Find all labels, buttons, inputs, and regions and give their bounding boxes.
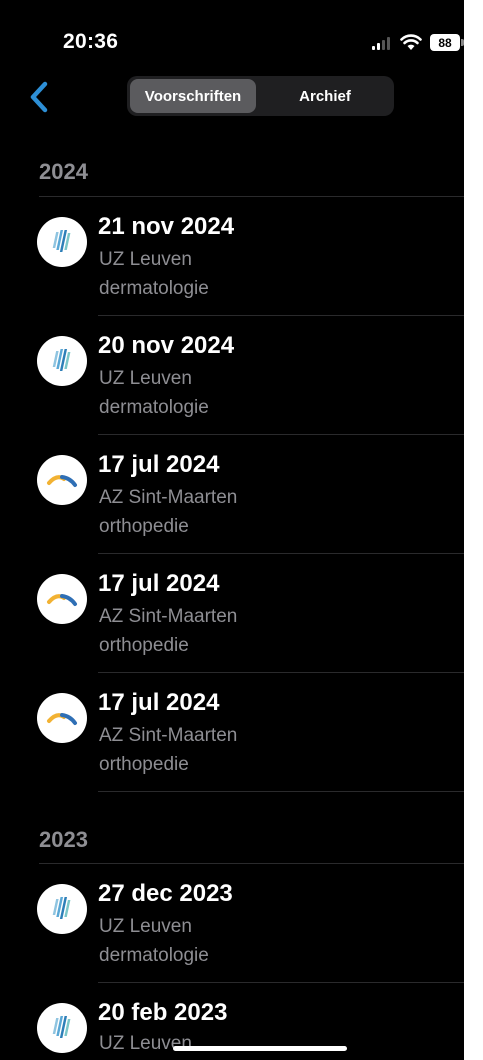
prescription-date: 27 dec 2023 xyxy=(98,880,233,907)
list-item[interactable]: 17 jul 2024 AZ Sint-Maarten orthopedie xyxy=(0,435,464,554)
list-item[interactable]: 17 jul 2024 AZ Sint-Maarten orthopedie xyxy=(0,673,464,792)
chevron-left-icon[interactable] xyxy=(26,80,54,114)
section-header-year: 2024 xyxy=(39,159,88,184)
status-bar: 20:36 88 xyxy=(0,0,464,80)
home-indicator[interactable] xyxy=(173,1046,347,1051)
hospital-name: UZ Leuven xyxy=(99,368,192,389)
hospital-name: UZ Leuven xyxy=(99,916,192,937)
department-name: orthopedie xyxy=(99,754,189,775)
hospital-name: UZ Leuven xyxy=(99,1033,192,1054)
prescription-date: 17 jul 2024 xyxy=(98,689,220,716)
list-item[interactable]: 27 dec 2023 UZ Leuven dermatologie xyxy=(0,864,464,983)
department-name: orthopedie xyxy=(99,516,189,537)
az-sint-maarten-logo-icon xyxy=(37,574,87,624)
department-name: dermatologie xyxy=(99,397,209,418)
list-item[interactable]: 17 jul 2024 AZ Sint-Maarten orthopedie xyxy=(0,554,464,673)
tab-archief[interactable]: Archief xyxy=(259,79,391,113)
list-item[interactable]: 21 nov 2024 UZ Leuven dermatologie xyxy=(0,197,464,316)
prescription-date: 21 nov 2024 xyxy=(98,213,235,240)
prescription-date: 17 jul 2024 xyxy=(98,570,220,597)
screen: 20:36 88 Voorschriften Archief 2024 21 n… xyxy=(0,0,464,1060)
department-name: orthopedie xyxy=(99,635,189,656)
hospital-name: AZ Sint-Maarten xyxy=(99,606,238,627)
status-time: 20:36 xyxy=(63,30,119,53)
list-item[interactable]: 20 nov 2024 UZ Leuven dermatologie xyxy=(0,316,464,435)
prescription-date: 17 jul 2024 xyxy=(98,451,220,478)
hospital-name: AZ Sint-Maarten xyxy=(99,487,238,508)
tab-voorschriften[interactable]: Voorschriften xyxy=(130,79,256,113)
divider xyxy=(98,791,464,792)
wifi-icon xyxy=(400,34,422,50)
prescription-date: 20 nov 2024 xyxy=(98,332,235,359)
battery-icon: 88 xyxy=(430,34,460,51)
hospital-name: UZ Leuven xyxy=(99,249,192,270)
uz-leuven-logo-icon xyxy=(37,336,87,386)
department-name: dermatologie xyxy=(99,945,209,966)
prescription-date: 20 feb 2023 xyxy=(98,999,228,1026)
segmented-control: Voorschriften Archief xyxy=(127,76,394,116)
az-sint-maarten-logo-icon xyxy=(37,455,87,505)
cellular-signal-icon xyxy=(372,36,394,50)
uz-leuven-logo-icon xyxy=(37,217,87,267)
section-header-year: 2023 xyxy=(39,827,88,852)
uz-leuven-logo-icon xyxy=(37,884,87,934)
hospital-name: AZ Sint-Maarten xyxy=(99,725,238,746)
az-sint-maarten-logo-icon xyxy=(37,693,87,743)
battery-nub xyxy=(461,39,464,46)
department-name: dermatologie xyxy=(99,278,209,299)
uz-leuven-logo-icon xyxy=(37,1003,87,1053)
